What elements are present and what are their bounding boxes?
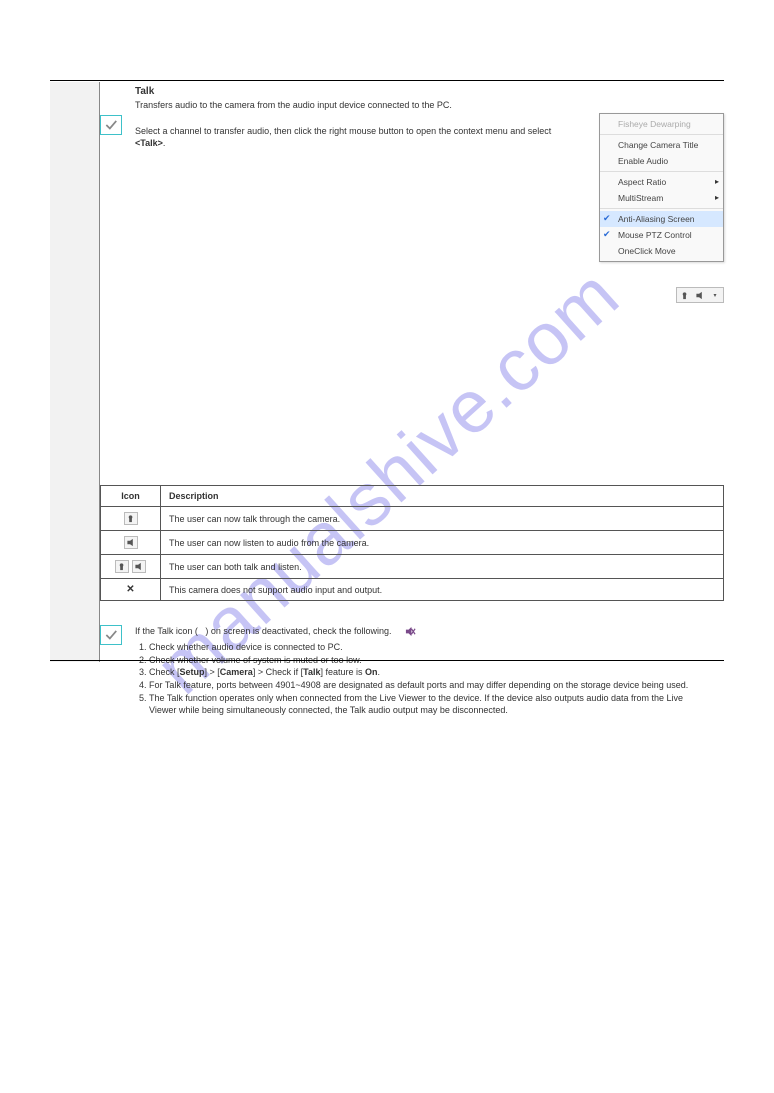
talk-icon xyxy=(678,289,692,301)
x-icon: ✕ xyxy=(126,584,134,595)
chevron-right-icon: ▸ xyxy=(715,193,719,202)
menu-item-multistream[interactable]: MultiStream▸ xyxy=(600,190,723,206)
text: Select a channel to transfer audio, then… xyxy=(135,126,551,136)
muted-speaker-icon xyxy=(405,626,416,637)
table-header-row: Icon Description xyxy=(101,486,724,507)
check-icon: ✔ xyxy=(603,229,611,240)
talk-icon xyxy=(124,512,138,525)
context-menu[interactable]: Fisheye Dewarping Change Camera Title En… xyxy=(599,113,724,262)
note-text: If the Talk icon ( ) on screen is deacti… xyxy=(135,625,695,717)
menu-item-fisheye-dewarping[interactable]: Fisheye Dewarping xyxy=(600,116,723,132)
list-item: The Talk function operates only when con… xyxy=(149,692,695,717)
menu-item-aspect-ratio[interactable]: Aspect Ratio▸ xyxy=(600,174,723,190)
listen-icon xyxy=(693,289,707,301)
section-body-text: Select a channel to transfer audio, then… xyxy=(135,125,575,149)
talk-icon xyxy=(115,560,129,573)
cell-desc: This camera does not support audio input… xyxy=(161,579,724,601)
checkmark-box xyxy=(100,625,122,645)
menu-item-enable-audio[interactable]: Enable Audio xyxy=(600,153,723,169)
list-item: For Talk feature, ports between 4901~490… xyxy=(149,679,695,692)
cell-desc: The user can now listen to audio from th… xyxy=(161,531,724,555)
table-row: ✕ This camera does not support audio inp… xyxy=(101,579,724,601)
listen-icon xyxy=(124,536,138,549)
checkmark-box xyxy=(100,115,122,135)
talk-listen-pill: ▾ xyxy=(676,287,724,303)
icon-strip: ▾ xyxy=(676,287,724,303)
table-row: The user can now listen to audio from th… xyxy=(101,531,724,555)
check-icon xyxy=(103,118,119,132)
cell-desc: The user can now talk through the camera… xyxy=(161,507,724,531)
table-row: The user can now talk through the camera… xyxy=(101,507,724,531)
page-bottom-rule xyxy=(50,660,724,661)
text: . xyxy=(163,138,166,148)
list-item: Check [Setup] > [Camera] > Check if [Tal… xyxy=(149,666,695,679)
section-title: Talk xyxy=(100,80,724,100)
section-note: If the Talk icon ( ) on screen is deacti… xyxy=(100,601,724,727)
menu-item-oneclick-move[interactable]: OneClick Move xyxy=(600,243,723,259)
listen-icon xyxy=(132,560,146,573)
menu-item-change-camera-title[interactable]: Change Camera Title xyxy=(600,137,723,153)
list-item: Check whether audio device is connected … xyxy=(149,641,695,654)
section-talk: Talk Transfers audio to the camera from … xyxy=(100,80,724,727)
cell-desc: The user can both talk and listen. xyxy=(161,555,724,579)
menu-item-anti-aliasing-screen[interactable]: ✔Anti-Aliasing Screen xyxy=(600,211,723,227)
icon-table: Icon Description The user can now talk t… xyxy=(100,485,724,601)
menu-item-mouse-ptz-control[interactable]: ✔Mouse PTZ Control xyxy=(600,227,723,243)
check-icon: ✔ xyxy=(603,213,611,224)
col-icon: Icon xyxy=(101,486,161,507)
dropdown-icon: ▾ xyxy=(708,289,722,301)
col-desc: Description xyxy=(161,486,724,507)
check-icon xyxy=(103,628,119,642)
table-row: The user can both talk and listen. xyxy=(101,555,724,579)
text-strong: <Talk> xyxy=(135,138,163,148)
chevron-right-icon: ▸ xyxy=(715,177,719,186)
